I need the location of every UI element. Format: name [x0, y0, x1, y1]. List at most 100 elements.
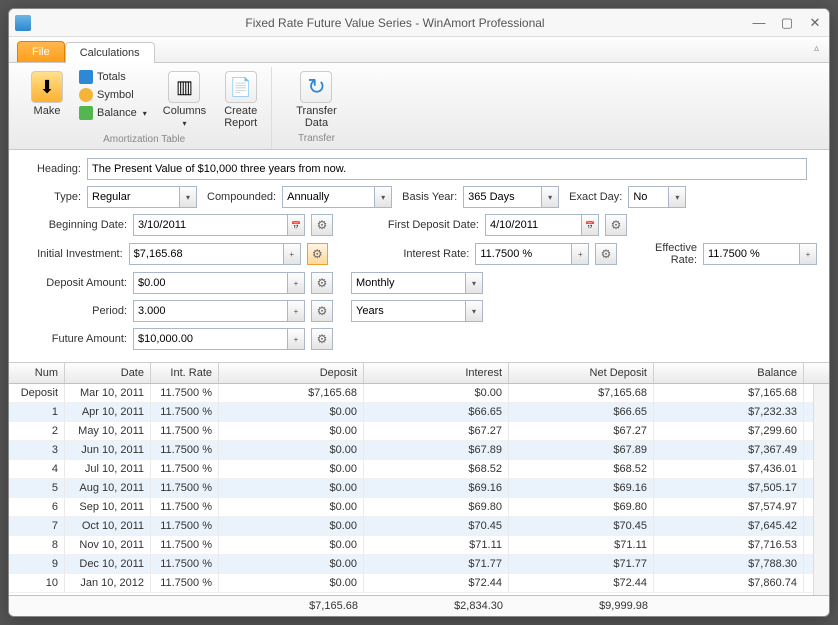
- table-row[interactable]: 4Jul 10, 201111.7500 %$0.00$68.52$68.52$…: [9, 460, 813, 479]
- heading-input[interactable]: [87, 158, 807, 180]
- footer-interest: $2,834.30: [364, 596, 509, 616]
- cell-net: $68.52: [509, 460, 654, 478]
- effective-rate-input[interactable]: [703, 243, 799, 265]
- cell-net: $7,165.68: [509, 384, 654, 402]
- grid-body[interactable]: DepositMar 10, 201111.7500 %$7,165.68$0.…: [9, 384, 813, 595]
- table-row[interactable]: 10Jan 10, 201211.7500 %$0.00$72.44$72.44…: [9, 574, 813, 593]
- cell-net: $70.45: [509, 517, 654, 535]
- col-rate[interactable]: Int. Rate: [151, 363, 219, 383]
- cell-rate: 11.7500 %: [151, 574, 219, 592]
- table-row[interactable]: 5Aug 10, 201111.7500 %$0.00$69.16$69.16$…: [9, 479, 813, 498]
- period-unit-input[interactable]: [351, 300, 465, 322]
- int-rate-gear-button[interactable]: ⚙: [595, 243, 616, 265]
- totals-button[interactable]: Totals: [75, 69, 151, 85]
- window-title: Fixed Rate Future Value Series - WinAmor…: [39, 16, 751, 30]
- deposit-amount-input[interactable]: [133, 272, 287, 294]
- cell-balance: $7,645.42: [654, 517, 804, 535]
- calendar-icon[interactable]: 📅: [581, 214, 599, 236]
- compounded-input[interactable]: [282, 186, 374, 208]
- col-balance[interactable]: Balance: [654, 363, 804, 383]
- tab-calculations[interactable]: Calculations: [65, 42, 155, 63]
- plus-button[interactable]: +: [287, 300, 305, 322]
- cell-balance: $7,788.30: [654, 555, 804, 573]
- table-row[interactable]: 1Apr 10, 201111.7500 %$0.00$66.65$66.65$…: [9, 403, 813, 422]
- init-inv-gear-button[interactable]: ⚙: [307, 243, 328, 265]
- first-deposit-label: First Deposit Date:: [369, 219, 479, 231]
- minimize-button[interactable]: —: [751, 15, 767, 31]
- col-num[interactable]: Num: [9, 363, 65, 383]
- close-button[interactable]: ✕: [807, 15, 823, 31]
- make-button[interactable]: ⬇ Make: [25, 69, 69, 119]
- type-dropdown[interactable]: ▾: [179, 186, 197, 208]
- table-row[interactable]: 3Jun 10, 201111.7500 %$0.00$67.89$67.89$…: [9, 441, 813, 460]
- create-report-button[interactable]: 📄 Create Report: [218, 69, 263, 131]
- amortization-grid: Num Date Int. Rate Deposit Interest Net …: [9, 363, 829, 616]
- first-dep-gear-button[interactable]: ⚙: [605, 214, 627, 236]
- app-window: Fixed Rate Future Value Series - WinAmor…: [8, 8, 830, 617]
- cell-date: Nov 10, 2011: [65, 536, 151, 554]
- compounded-dropdown[interactable]: ▾: [374, 186, 392, 208]
- period-input[interactable]: [133, 300, 287, 322]
- deposit-freq-input[interactable]: [351, 272, 465, 294]
- exact-input[interactable]: [628, 186, 668, 208]
- cell-rate: 11.7500 %: [151, 460, 219, 478]
- period-gear-button[interactable]: ⚙: [311, 300, 333, 322]
- exact-dropdown[interactable]: ▾: [668, 186, 686, 208]
- col-date[interactable]: Date: [65, 363, 151, 383]
- plus-button[interactable]: +: [287, 328, 305, 350]
- tab-file[interactable]: File: [17, 41, 65, 62]
- cell-deposit: $0.00: [219, 555, 364, 573]
- balance-button[interactable]: Balance▾: [75, 105, 151, 121]
- footer-deposit: $7,165.68: [219, 596, 364, 616]
- maximize-button[interactable]: ▢: [779, 15, 795, 31]
- cell-date: Oct 10, 2011: [65, 517, 151, 535]
- table-row[interactable]: 8Nov 10, 201111.7500 %$0.00$71.11$71.11$…: [9, 536, 813, 555]
- first-deposit-input[interactable]: [485, 214, 581, 236]
- symbol-button[interactable]: Symbol: [75, 87, 151, 103]
- future-amount-input[interactable]: [133, 328, 287, 350]
- table-row[interactable]: 7Oct 10, 201111.7500 %$0.00$70.45$70.45$…: [9, 517, 813, 536]
- basis-input[interactable]: [463, 186, 541, 208]
- table-row[interactable]: 2May 10, 201111.7500 %$0.00$67.27$67.27$…: [9, 422, 813, 441]
- type-input[interactable]: [87, 186, 179, 208]
- cell-num: 8: [9, 536, 65, 554]
- table-row[interactable]: 6Sep 10, 201111.7500 %$0.00$69.80$69.80$…: [9, 498, 813, 517]
- ribbon-minimize-icon[interactable]: ▵: [814, 43, 819, 54]
- cell-deposit: $0.00: [219, 403, 364, 421]
- col-interest[interactable]: Interest: [364, 363, 509, 383]
- footer-balance: [654, 596, 804, 616]
- initial-investment-input[interactable]: [129, 243, 283, 265]
- beginning-date-input[interactable]: [133, 214, 287, 236]
- plus-button[interactable]: +: [283, 243, 301, 265]
- cell-date: Sep 10, 2011: [65, 498, 151, 516]
- basis-label: Basis Year:: [402, 191, 457, 203]
- beg-date-gear-button[interactable]: ⚙: [311, 214, 333, 236]
- plus-button[interactable]: +: [799, 243, 817, 265]
- future-gear-button[interactable]: ⚙: [311, 328, 333, 350]
- cell-num: 2: [9, 422, 65, 440]
- unit-dropdown[interactable]: ▾: [465, 300, 483, 322]
- plus-button[interactable]: +: [287, 272, 305, 294]
- table-row[interactable]: 9Dec 10, 201111.7500 %$0.00$71.77$71.77$…: [9, 555, 813, 574]
- ribbon: ⬇ Make Totals Symbol Balance▾ ▥ Columns▾…: [9, 63, 829, 150]
- cell-net: $71.77: [509, 555, 654, 573]
- columns-button[interactable]: ▥ Columns▾: [157, 69, 212, 132]
- interest-rate-input[interactable]: [475, 243, 571, 265]
- dep-amt-gear-button[interactable]: ⚙: [311, 272, 333, 294]
- exact-label: Exact Day:: [569, 191, 622, 203]
- cell-rate: 11.7500 %: [151, 422, 219, 440]
- cell-rate: 11.7500 %: [151, 403, 219, 421]
- cell-rate: 11.7500 %: [151, 479, 219, 497]
- basis-dropdown[interactable]: ▾: [541, 186, 559, 208]
- freq-dropdown[interactable]: ▾: [465, 272, 483, 294]
- transfer-button[interactable]: ↻ Transfer Data: [290, 69, 343, 131]
- col-net[interactable]: Net Deposit: [509, 363, 654, 383]
- cell-num: 3: [9, 441, 65, 459]
- totals-icon: [79, 70, 93, 84]
- calendar-icon[interactable]: 📅: [287, 214, 305, 236]
- col-deposit[interactable]: Deposit: [219, 363, 364, 383]
- vertical-scrollbar[interactable]: [813, 384, 829, 595]
- plus-button[interactable]: +: [571, 243, 589, 265]
- cell-balance: $7,574.97: [654, 498, 804, 516]
- table-row[interactable]: DepositMar 10, 201111.7500 %$7,165.68$0.…: [9, 384, 813, 403]
